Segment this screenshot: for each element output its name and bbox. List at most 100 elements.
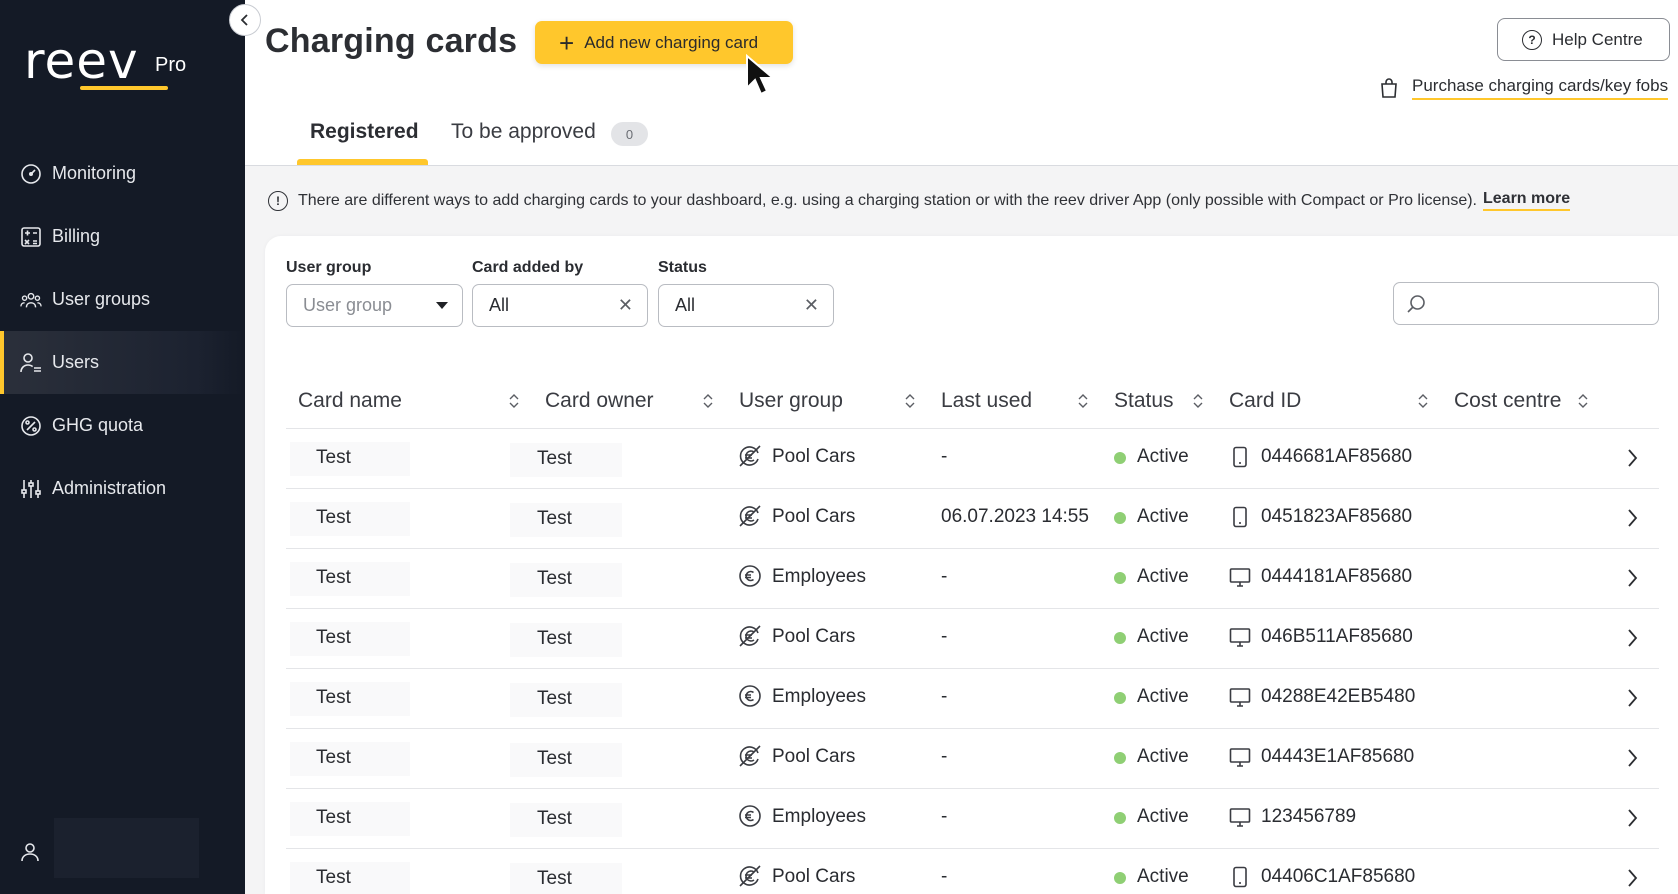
status-dot xyxy=(1114,452,1126,464)
sidebar-item-label: Billing xyxy=(52,226,101,246)
card-added-by-select[interactable]: All ✕ xyxy=(472,284,648,327)
plus-icon: + xyxy=(559,27,575,58)
sidebar-item-users[interactable]: Users xyxy=(0,331,245,394)
status-cell: Active xyxy=(1137,566,1189,587)
card-name-cell: Test xyxy=(316,567,351,588)
card-owner-cell: Test xyxy=(537,808,572,829)
clear-icon[interactable]: ✕ xyxy=(618,295,633,316)
sort-icon[interactable] xyxy=(1077,392,1089,410)
help-centre-button[interactable]: ? Help Centre xyxy=(1497,18,1670,61)
search-input[interactable] xyxy=(1393,282,1659,325)
clear-icon[interactable]: ✕ xyxy=(804,295,819,316)
no-cost-icon xyxy=(738,624,762,648)
phone-icon xyxy=(1229,446,1251,468)
question-icon: ? xyxy=(1522,29,1542,50)
sort-icon[interactable] xyxy=(904,392,916,410)
info-icon: ! xyxy=(268,190,288,211)
chevron-right-icon[interactable] xyxy=(1625,567,1639,589)
card-owner-cell: Test xyxy=(537,448,572,469)
card-id-cell: 04443E1AF85680 xyxy=(1261,746,1415,767)
active-tab-indicator xyxy=(297,159,428,165)
table-row[interactable]: Test Test Employees - Active 04288E42EB5480 xyxy=(286,669,1659,729)
user-group-placeholder: User group xyxy=(303,295,393,315)
monitor-icon xyxy=(1229,566,1251,588)
sidebar-item-ghg-quota[interactable]: GHG quota xyxy=(0,394,245,457)
chevron-right-icon[interactable] xyxy=(1625,627,1639,649)
sort-icon[interactable] xyxy=(1417,392,1429,410)
column-header-status[interactable]: Status xyxy=(1114,389,1174,413)
euro-icon xyxy=(738,684,762,708)
no-cost-icon xyxy=(738,744,762,768)
table-row[interactable]: Test Test Pool Cars - Active 04443E1AF85680 xyxy=(286,729,1659,789)
user-group-cell: Pool Cars xyxy=(772,746,856,767)
table-row[interactable]: Test Test Employees - Active 123456789 xyxy=(286,789,1659,849)
status-cell: Active xyxy=(1137,686,1189,707)
chevron-right-icon[interactable] xyxy=(1625,687,1639,709)
shopping-bag-icon xyxy=(1381,78,1397,98)
sidebar-item-monitoring[interactable]: Monitoring xyxy=(0,142,245,205)
user-group-cell: Pool Cars xyxy=(772,446,856,467)
chevron-right-icon[interactable] xyxy=(1625,507,1639,529)
status-dot xyxy=(1114,752,1126,764)
card-id-cell: 0446681AF85680 xyxy=(1261,446,1413,467)
table-row[interactable]: Test Test Pool Cars - Active 0446681AF85680 xyxy=(286,429,1659,489)
add-button-label: Add new charging card xyxy=(584,32,759,52)
account-icon[interactable] xyxy=(18,840,42,864)
reev-logo[interactable]: reev Pro xyxy=(24,36,186,90)
filter-label-status: Status xyxy=(658,259,707,276)
user-group-cell: Employees xyxy=(772,686,866,707)
status-cell: Active xyxy=(1137,806,1189,827)
last-used-cell: - xyxy=(941,626,948,647)
tab-registered[interactable]: Registered xyxy=(310,120,419,144)
sidebar-item-user-groups[interactable]: User groups xyxy=(0,268,245,331)
sidebar: reev Pro Monitoring Billing User groups xyxy=(0,0,245,894)
card-added-by-value: All xyxy=(489,295,510,315)
last-used-cell: - xyxy=(941,746,948,767)
filter-label-card-added-by: Card added by xyxy=(472,259,584,276)
purchase-link-label: Purchase charging cards/key fobs xyxy=(1412,76,1669,100)
sidebar-item-billing[interactable]: Billing xyxy=(0,205,245,268)
chevron-left-icon xyxy=(240,14,248,26)
table-row[interactable]: Test Test Pool Cars - Active 04406C1AF85680 xyxy=(286,849,1659,894)
status-cell: Active xyxy=(1137,866,1189,887)
table-row[interactable]: Test Test Pool Cars 06.07.2023 14:55 Active 0… xyxy=(286,489,1659,549)
chevron-right-icon[interactable] xyxy=(1625,867,1639,889)
account-name-placeholder[interactable] xyxy=(54,818,199,878)
column-header-cost-centre[interactable]: Cost centre xyxy=(1454,389,1561,413)
sort-icon[interactable] xyxy=(1192,392,1204,410)
phone-icon xyxy=(1229,506,1251,528)
table-row[interactable]: Test Test Employees - Active 0444181AF85680 xyxy=(286,549,1659,609)
column-header-card-owner[interactable]: Card owner xyxy=(545,389,654,413)
pending-count-badge: 0 xyxy=(611,122,648,146)
chevron-right-icon[interactable] xyxy=(1625,807,1639,829)
sort-icon[interactable] xyxy=(1577,392,1589,410)
card-id-cell: 123456789 xyxy=(1261,806,1357,827)
users-icon xyxy=(20,352,42,374)
help-button-label: Help Centre xyxy=(1552,29,1643,49)
chevron-right-icon[interactable] xyxy=(1625,447,1639,469)
table-row[interactable]: Test Test Pool Cars - Active 046B511AF85680 xyxy=(286,609,1659,669)
sidebar-item-label: User groups xyxy=(52,289,151,309)
user-group-cell: Employees xyxy=(772,566,866,587)
column-header-card-name[interactable]: Card name xyxy=(298,389,402,413)
monitor-icon xyxy=(1229,686,1251,708)
card-owner-cell: Test xyxy=(537,748,572,769)
last-used-cell: - xyxy=(941,686,948,707)
column-header-card-id[interactable]: Card ID xyxy=(1229,389,1301,413)
sort-icon[interactable] xyxy=(508,392,520,410)
last-used-cell: - xyxy=(941,566,948,587)
learn-more-link[interactable]: Learn more xyxy=(1483,190,1571,211)
info-banner: ! There are different ways to add chargi… xyxy=(268,190,1571,211)
column-header-user-group[interactable]: User group xyxy=(739,389,843,413)
collapse-sidebar-button[interactable] xyxy=(229,4,261,36)
card-id-cell: 04406C1AF85680 xyxy=(1261,866,1416,887)
chevron-right-icon[interactable] xyxy=(1625,747,1639,769)
column-header-last-used[interactable]: Last used xyxy=(941,389,1032,413)
purchase-cards-link[interactable]: Purchase charging cards/key fobs xyxy=(1378,76,1669,100)
sidebar-item-administration[interactable]: Administration xyxy=(0,457,245,520)
sliders-icon xyxy=(20,478,42,500)
tab-to-be-approved[interactable]: To be approved xyxy=(451,120,596,144)
user-group-select[interactable]: User group xyxy=(286,284,463,327)
status-select[interactable]: All ✕ xyxy=(658,284,834,327)
sort-icon[interactable] xyxy=(702,392,714,410)
